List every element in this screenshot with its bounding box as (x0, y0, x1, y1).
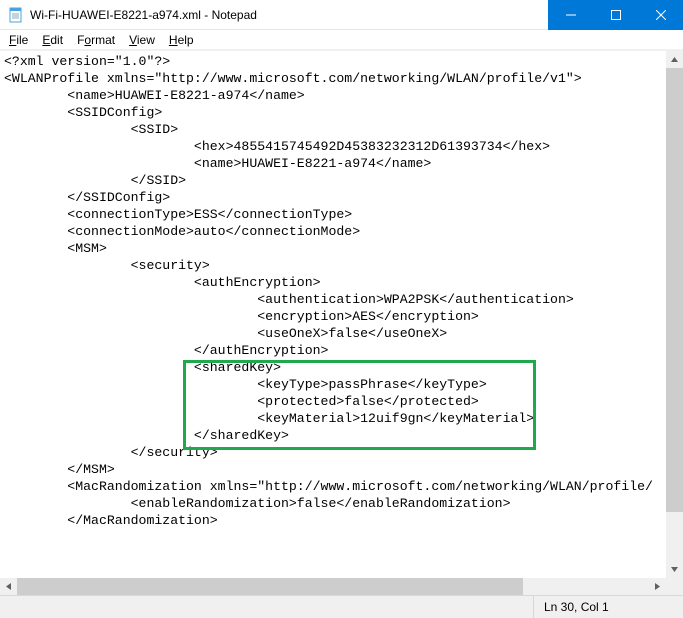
line: <useOneX>false</useOneX> (4, 326, 447, 341)
window-title: Wi-Fi-HUAWEI-E8221-a974.xml - Notepad (30, 8, 548, 22)
scroll-up-button[interactable] (666, 51, 683, 68)
line: <connectionMode>auto</connectionMode> (4, 224, 360, 239)
line: <name>HUAWEI-E8221-a974</name> (4, 88, 305, 103)
scroll-v-track[interactable] (666, 68, 683, 561)
scroll-h-thumb[interactable] (17, 578, 523, 595)
line: </MSM> (4, 462, 115, 477)
vertical-scrollbar[interactable] (666, 51, 683, 578)
line: <encryption>AES</encryption> (4, 309, 479, 324)
menu-edit[interactable]: Edit (35, 32, 70, 48)
line: <?xml version="1.0"?> (4, 54, 170, 69)
scroll-down-button[interactable] (666, 561, 683, 578)
line: <enableRandomization>false</enableRandom… (4, 496, 510, 511)
maximize-button[interactable] (593, 0, 638, 30)
line: <sharedKey> (4, 360, 281, 375)
line: <WLANProfile xmlns="http://www.microsoft… (4, 71, 582, 86)
line: <SSID> (4, 122, 178, 137)
statusbar: Ln 30, Col 1 (0, 595, 683, 618)
close-button[interactable] (638, 0, 683, 30)
editor-area: <?xml version="1.0"?> <WLANProfile xmlns… (0, 50, 683, 595)
scroll-corner (666, 578, 683, 595)
line: <keyMaterial>12uif9gn</keyMaterial> (4, 411, 534, 426)
line: <connectionType>ESS</connectionType> (4, 207, 352, 222)
line: <MacRandomization xmlns="http://www.micr… (4, 479, 653, 494)
menu-view[interactable]: View (122, 32, 162, 48)
notepad-icon (8, 7, 24, 23)
line: <name>HUAWEI-E8221-a974</name> (4, 156, 431, 171)
scroll-left-button[interactable] (0, 578, 17, 595)
line: <SSIDConfig> (4, 105, 162, 120)
line: <authEncryption> (4, 275, 321, 290)
horizontal-scrollbar[interactable] (0, 578, 666, 595)
scroll-right-button[interactable] (649, 578, 666, 595)
line: </security> (4, 445, 218, 460)
line: <keyType>passPhrase</keyType> (4, 377, 487, 392)
line: </sharedKey> (4, 428, 289, 443)
text-editor[interactable]: <?xml version="1.0"?> <WLANProfile xmlns… (0, 51, 666, 578)
line: </SSIDConfig> (4, 190, 170, 205)
line: <hex>4855415745492D45383232312D61393734<… (4, 139, 550, 154)
scroll-h-track[interactable] (17, 578, 649, 595)
menu-format[interactable]: Format (70, 32, 122, 48)
line: </authEncryption> (4, 343, 328, 358)
menu-help[interactable]: Help (162, 32, 201, 48)
menubar: File Edit Format View Help (0, 30, 683, 50)
line: </SSID> (4, 173, 186, 188)
titlebar: Wi-Fi-HUAWEI-E8221-a974.xml - Notepad (0, 0, 683, 30)
line: <authentication>WPA2PSK</authentication> (4, 292, 574, 307)
status-cursor-position: Ln 30, Col 1 (533, 596, 683, 618)
scroll-v-thumb[interactable] (666, 68, 683, 512)
line: <security> (4, 258, 210, 273)
menu-file[interactable]: File (2, 32, 35, 48)
window-buttons (548, 0, 683, 30)
line: </MacRandomization> (4, 513, 218, 528)
minimize-button[interactable] (548, 0, 593, 30)
line: <MSM> (4, 241, 107, 256)
line: <protected>false</protected> (4, 394, 479, 409)
